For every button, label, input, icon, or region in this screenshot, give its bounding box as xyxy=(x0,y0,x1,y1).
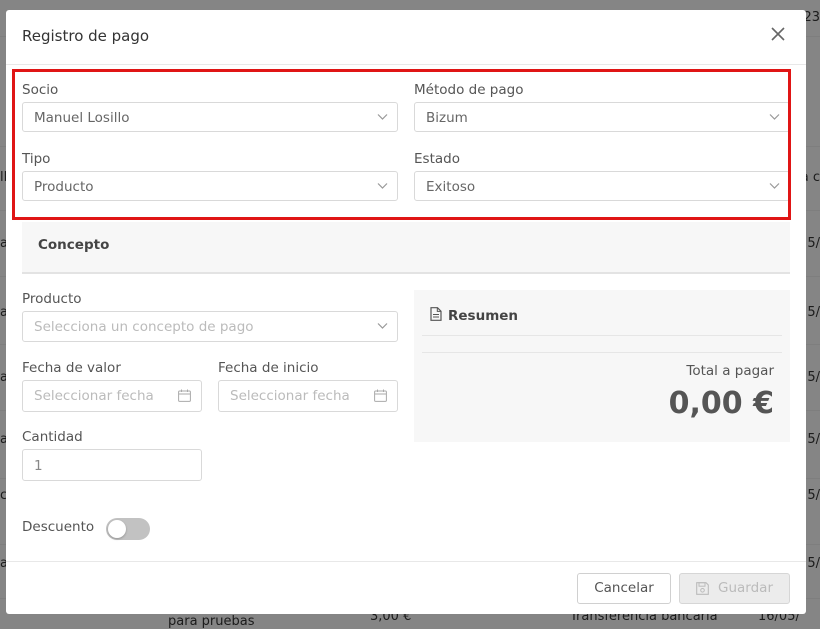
product-select[interactable]: Selecciona un concepto de pago xyxy=(22,311,398,342)
chevron-down-icon xyxy=(377,323,388,329)
save-label: Guardar xyxy=(718,580,773,596)
chevron-down-icon xyxy=(769,114,780,120)
descuento-label: Descuento xyxy=(22,519,95,535)
chevron-down-icon xyxy=(769,183,780,189)
save-icon xyxy=(696,582,709,595)
payment-registration-modal: Registro de pago Socio Manuel Losillo Mé… xyxy=(6,10,806,614)
modal-title: Registro de pago xyxy=(22,27,150,45)
discount-toggle[interactable] xyxy=(106,518,150,540)
concept-section-header: Concepto xyxy=(22,222,790,274)
document-icon xyxy=(430,307,442,321)
total-value: 0,00 € xyxy=(668,386,774,421)
quantity-input[interactable]: 1 xyxy=(22,449,202,481)
concept-title: Concepto xyxy=(38,237,110,253)
fecha-inicio-label: Fecha de inicio xyxy=(218,360,319,376)
modal-footer: Cancelar Guardar xyxy=(6,561,806,614)
save-button[interactable]: Guardar xyxy=(679,573,790,604)
producto-label: Producto xyxy=(22,291,82,307)
close-button[interactable] xyxy=(768,24,788,44)
calendar-icon xyxy=(178,389,191,402)
value-date-placeholder: Seleccionar fecha xyxy=(34,388,154,404)
calendar-icon xyxy=(374,389,387,402)
chevron-down-icon xyxy=(377,114,388,120)
toggle-knob xyxy=(108,520,126,538)
cantidad-label: Cantidad xyxy=(22,429,83,445)
value-date-picker[interactable]: Seleccionar fecha xyxy=(22,380,202,412)
chevron-down-icon xyxy=(377,183,388,189)
cancel-button[interactable]: Cancelar xyxy=(577,573,671,604)
metodo-label: Método de pago xyxy=(414,82,524,98)
socio-select[interactable]: Manuel Losillo xyxy=(22,102,398,132)
socio-value: Manuel Losillo xyxy=(34,110,130,126)
total-label: Total a pagar xyxy=(686,363,774,379)
payment-method-select[interactable]: Bizum xyxy=(414,102,790,132)
status-value: Exitoso xyxy=(426,179,476,195)
quantity-value: 1 xyxy=(34,458,43,474)
start-date-picker[interactable]: Seleccionar fecha xyxy=(218,380,398,412)
divider xyxy=(422,335,782,336)
type-value: Producto xyxy=(34,179,94,195)
close-icon xyxy=(771,27,785,41)
summary-panel: Resumen Total a pagar 0,00 € xyxy=(414,290,790,442)
fecha-valor-label: Fecha de valor xyxy=(22,360,121,376)
modal-header: Registro de pago xyxy=(6,10,806,65)
socio-label: Socio xyxy=(22,82,59,98)
tipo-label: Tipo xyxy=(22,151,51,167)
start-date-placeholder: Seleccionar fecha xyxy=(230,388,350,404)
summary-title: Resumen xyxy=(448,308,519,324)
estado-label: Estado xyxy=(414,151,460,167)
product-placeholder: Selecciona un concepto de pago xyxy=(34,319,254,335)
status-select[interactable]: Exitoso xyxy=(414,171,790,201)
type-select[interactable]: Producto xyxy=(22,171,398,201)
payment-method-value: Bizum xyxy=(426,110,468,126)
divider xyxy=(422,352,782,353)
